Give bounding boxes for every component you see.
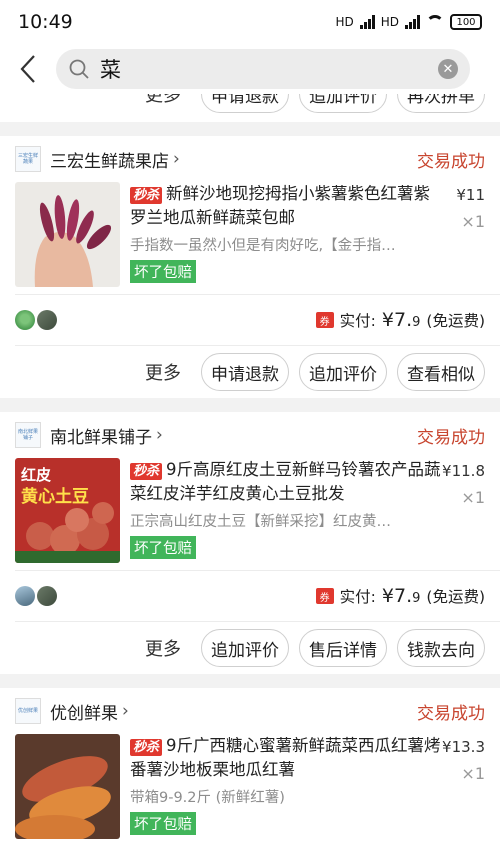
shop-name[interactable]: 优创鲜果 xyxy=(50,699,118,724)
chevron-left-icon xyxy=(20,55,35,83)
shop-row[interactable]: 优创鲜果 优创鲜果 › 交易成功 xyxy=(0,688,500,734)
order-card: 南北鲜果铺子 南北鲜果铺子 › 交易成功 红皮 黄心土豆 秒杀 9斤高原红皮土豆… xyxy=(0,412,500,674)
product-qty: ×1 xyxy=(461,764,485,783)
guarantee-badge: 坏了包赔 xyxy=(130,812,196,835)
payment-row: 券 实付: ¥7.9 (免运费) xyxy=(0,571,500,621)
pay-amount: ¥7.9 xyxy=(381,309,421,331)
guarantee-badge: 坏了包赔 xyxy=(130,536,196,559)
view-similar-button[interactable]: 查看相似 xyxy=(397,353,485,391)
search-header: 菜 ✕ xyxy=(0,44,500,94)
shop-name[interactable]: 南北鲜果铺子 xyxy=(50,423,152,448)
clear-icon[interactable]: ✕ xyxy=(438,59,458,79)
product-spec: 正宗高山红皮土豆【新鲜采挖】红皮黄… xyxy=(130,514,391,530)
product-title: 秒杀 9斤高原红皮土豆新鲜马铃薯农产品蔬菜红皮洋芋红皮黄心土豆批发 xyxy=(130,460,441,503)
shop-logo: 优创鲜果 xyxy=(15,698,41,724)
order-item[interactable]: 红皮 黄心土豆 秒杀 9斤高原红皮土豆新鲜马铃薯农产品蔬菜红皮洋芋红皮黄心土豆批发… xyxy=(0,458,500,570)
order-list: 更多 申请退款 追加评价 再次拼单 三宏生鲜蔬果 三宏生鲜蔬果店 › 交易成功 xyxy=(0,94,500,846)
network-label-2: HD xyxy=(380,15,399,29)
product-qty: ×1 xyxy=(461,488,485,507)
group-avatars xyxy=(15,310,57,330)
battery-icon: 100 xyxy=(450,14,482,30)
order-actions: 更多 追加评价 售后详情 钱款去向 xyxy=(0,622,500,674)
order-item[interactable]: 秒杀 新鲜沙地现挖拇指小紫薯紫色红薯紫罗兰地瓜新鲜蔬菜包邮 手指数一虽然小但是有肉… xyxy=(0,182,500,294)
product-spec: 带箱9-9.2斤 (新鲜红薯) xyxy=(130,790,285,806)
avatar xyxy=(15,310,35,330)
network-label-1: HD xyxy=(335,15,354,29)
shop-row[interactable]: 三宏生鲜蔬果 三宏生鲜蔬果店 › 交易成功 xyxy=(0,136,500,182)
shop-logo: 南北鲜果铺子 xyxy=(15,422,41,448)
pay-label: 实付: xyxy=(339,588,376,606)
money-whereabouts-button[interactable]: 钱款去向 xyxy=(397,629,485,667)
product-title: 秒杀 9斤广西糖心蜜薯新鲜蔬菜西瓜红薯烤番薯沙地板栗地瓜红薯 xyxy=(130,736,441,779)
order-status: 交易成功 xyxy=(417,703,485,724)
shop-row[interactable]: 南北鲜果铺子 南北鲜果铺子 › 交易成功 xyxy=(0,412,500,458)
group-avatars xyxy=(15,586,57,606)
order-card: 优创鲜果 优创鲜果 › 交易成功 秒杀 9斤广西糖心蜜薯新鲜蔬菜西瓜红薯烤番薯沙地… xyxy=(0,688,500,846)
order-item[interactable]: 秒杀 9斤广西糖心蜜薯新鲜蔬菜西瓜红薯烤番薯沙地板栗地瓜红薯 带箱9-9.2斤 (… xyxy=(0,734,500,846)
product-image: 红皮 黄心土豆 xyxy=(15,458,120,563)
product-price: ¥11.8 xyxy=(442,462,485,480)
flash-sale-badge: 秒杀 xyxy=(130,739,163,756)
chevron-right-icon: › xyxy=(156,425,163,445)
avatar xyxy=(37,310,57,330)
coupon-icon: 券 xyxy=(315,312,334,328)
product-image xyxy=(15,182,120,287)
search-icon xyxy=(69,59,89,79)
signal-icon xyxy=(405,15,420,29)
search-value[interactable]: 菜 xyxy=(100,54,438,84)
product-spec: 手指数一虽然小但是有肉好吃,【金手指… xyxy=(130,238,396,254)
product-image xyxy=(15,734,120,839)
wifi-icon xyxy=(426,15,444,29)
add-review-button[interactable]: 追加评价 xyxy=(201,629,289,667)
flash-sale-badge: 秒杀 xyxy=(130,463,163,480)
previous-order-actions: 更多 申请退款 追加评价 再次拼单 xyxy=(0,94,500,122)
order-status: 交易成功 xyxy=(417,151,485,172)
product-title: 秒杀 新鲜沙地现挖拇指小紫薯紫色红薯紫罗兰地瓜新鲜蔬菜包邮 xyxy=(130,184,431,227)
order-card: 三宏生鲜蔬果 三宏生鲜蔬果店 › 交易成功 秒杀 新鲜沙地现挖拇指小紫薯紫色红薯紫… xyxy=(0,136,500,398)
flash-sale-badge: 秒杀 xyxy=(130,187,163,204)
chevron-right-icon: › xyxy=(122,701,129,721)
avatar xyxy=(15,586,35,606)
chevron-right-icon: › xyxy=(173,149,180,169)
coupon-icon: 券 xyxy=(315,588,334,604)
product-price: ¥11 xyxy=(456,186,485,204)
thumb-text: 红皮 xyxy=(21,466,51,484)
status-icons: HD HD 100 xyxy=(335,14,482,30)
pay-amount: ¥7.9 xyxy=(381,585,421,607)
shipping-note: (免运费) xyxy=(426,312,485,330)
more-button[interactable]: 更多 xyxy=(145,94,181,107)
more-button[interactable]: 更多 xyxy=(145,635,181,661)
refund-button[interactable]: 申请退款 xyxy=(201,94,289,113)
search-input[interactable]: 菜 ✕ xyxy=(56,49,470,89)
add-review-button[interactable]: 追加评价 xyxy=(299,353,387,391)
reorder-button[interactable]: 再次拼单 xyxy=(397,94,485,113)
product-qty: ×1 xyxy=(461,212,485,231)
status-bar: 10:49 HD HD 100 xyxy=(0,0,500,44)
thumb-text: 黄心土豆 xyxy=(21,486,89,507)
after-sale-details-button[interactable]: 售后详情 xyxy=(299,629,387,667)
order-status: 交易成功 xyxy=(417,427,485,448)
avatar xyxy=(37,586,57,606)
add-review-button[interactable]: 追加评价 xyxy=(299,94,387,113)
shop-logo: 三宏生鲜蔬果 xyxy=(15,146,41,172)
order-actions: 更多 申请退款 追加评价 查看相似 xyxy=(0,346,500,398)
payment-row: 券 实付: ¥7.9 (免运费) xyxy=(0,295,500,345)
status-time: 10:49 xyxy=(18,11,73,33)
pay-label: 实付: xyxy=(339,312,376,330)
signal-icon xyxy=(359,15,375,29)
refund-button[interactable]: 申请退款 xyxy=(201,353,289,391)
back-button[interactable] xyxy=(0,44,56,94)
shop-name[interactable]: 三宏生鲜蔬果店 xyxy=(50,147,169,172)
shipping-note: (免运费) xyxy=(426,588,485,606)
product-price: ¥13.3 xyxy=(442,738,485,756)
more-button[interactable]: 更多 xyxy=(145,359,181,385)
guarantee-badge: 坏了包赔 xyxy=(130,260,196,283)
